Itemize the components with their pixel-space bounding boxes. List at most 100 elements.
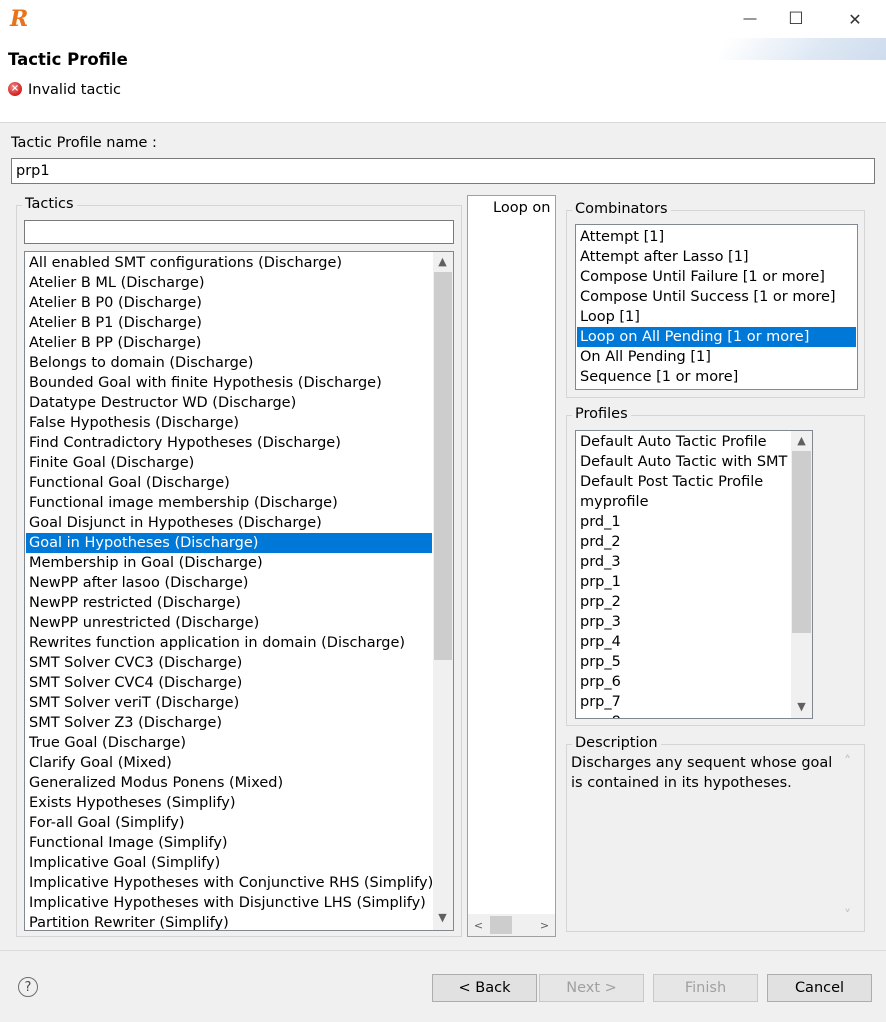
close-window-button[interactable]: ✕ [832,0,878,38]
scroll-up-icon[interactable]: ˄ [844,754,851,770]
tactic-list-item[interactable]: False Hypothesis (Discharge) [26,413,432,433]
scroll-down-icon[interactable]: ▼ [434,909,451,926]
combinators-group-title: Combinators [572,201,671,217]
tactic-list-item[interactable]: All enabled SMT configurations (Discharg… [26,253,432,273]
scroll-down-icon[interactable]: ˅ [844,908,851,924]
tactics-list[interactable]: All enabled SMT configurations (Discharg… [24,251,454,931]
tactic-list-item[interactable]: Datatype Destructor WD (Discharge) [26,393,432,413]
tactic-list-item[interactable]: Generalized Modus Ponens (Mixed) [26,773,432,793]
header-banner-graphic [716,38,886,60]
tactic-list-item[interactable]: Functional Image (Simplify) [26,833,432,853]
description-group [566,744,865,932]
tactic-list-item[interactable]: Finite Goal (Discharge) [26,453,432,473]
window-titlebar: R — ☐ ✕ [0,0,886,38]
profile-list-item[interactable]: prp_6 [577,672,791,692]
error-message: Invalid tactic [28,82,122,98]
close-icon: ✕ [848,9,862,29]
next-button[interactable]: Next > [539,974,644,1002]
profile-list-item[interactable]: prd_2 [577,532,791,552]
tactic-list-item[interactable]: NewPP restricted (Discharge) [26,593,432,613]
tactic-list-item[interactable]: SMT Solver CVC3 (Discharge) [26,653,432,673]
scroll-down-icon[interactable]: ▼ [793,698,810,715]
profile-list-item[interactable]: prp_7 [577,692,791,712]
combinator-list-item[interactable]: Attempt [1] [577,227,856,247]
description-text-line-2: is contained in its hypotheses. [571,775,792,791]
combinator-list-item[interactable]: On All Pending [1] [577,347,856,367]
tactic-list-item[interactable]: Implicative Hypotheses with Conjunctive … [26,873,433,893]
tactic-list-item[interactable]: Implicative Goal (Simplify) [26,853,432,873]
tactic-list-item[interactable]: Goal Disjunct in Hypotheses (Discharge) [26,513,432,533]
tactics-scrollbar-thumb[interactable] [434,272,452,660]
tree-hscrollbar-thumb[interactable] [490,916,512,934]
tactics-filter-input[interactable] [24,220,454,244]
tactic-list-item[interactable]: Bounded Goal with finite Hypothesis (Dis… [26,373,432,393]
combinators-list[interactable]: Attempt [1] Attempt after Lasso [1] Compos… [575,224,858,390]
tactic-list-item[interactable]: Partition Rewriter (Simplify) [26,913,432,930]
tactic-list-item[interactable]: Exists Hypotheses (Simplify) [26,793,432,813]
tactics-list-items: All enabled SMT configurations (Discharg… [26,253,433,930]
tactic-list-item[interactable]: Atelier B ML (Discharge) [26,273,432,293]
footer-separator [0,950,886,951]
tactic-list-item[interactable]: Rewrites function application in domain … [26,633,432,653]
tactic-list-item[interactable]: SMT Solver CVC4 (Discharge) [26,673,432,693]
tactic-list-item[interactable]: Clarify Goal (Mixed) [26,753,432,773]
profile-list-item[interactable]: prp_2 [577,592,791,612]
tactic-list-item[interactable]: Functional image membership (Discharge) [26,493,432,513]
tactic-list-item[interactable]: Belongs to domain (Discharge) [26,353,432,373]
tactic-list-item[interactable]: SMT Solver Z3 (Discharge) [26,713,432,733]
tactic-list-item[interactable]: Functional Goal (Discharge) [26,473,432,493]
tree-node-loop-on[interactable]: Loop on [493,200,550,216]
profiles-scrollbar-thumb[interactable] [792,451,811,633]
tactic-list-item[interactable]: NewPP after lasoo (Discharge) [26,573,432,593]
tactic-list-item[interactable]: For-all Goal (Simplify) [26,813,432,833]
tactic-list-item[interactable]: NewPP unrestricted (Discharge) [26,613,432,633]
cancel-button[interactable]: Cancel [767,974,872,1002]
description-group-title: Description [572,735,661,751]
scroll-up-icon[interactable]: ▲ [434,253,451,270]
tactic-list-item[interactable]: Find Contradictory Hypotheses (Discharge… [26,433,432,453]
profile-list-item[interactable]: prd_3 [577,552,791,572]
maximize-button[interactable]: ☐ [773,0,819,38]
profile-list-item[interactable]: myprofile [577,492,791,512]
tactic-list-item[interactable]: Implicative Hypotheses with Disjunctive … [26,893,432,913]
tactics-scrollbar[interactable]: ▲ ▼ [433,252,453,930]
scroll-left-icon[interactable]: < [470,917,487,934]
combinator-list-item[interactable]: Sequence [1 or more] [577,367,856,387]
tactic-tree-panel[interactable]: Loop on < > [467,195,556,937]
combinator-list-item[interactable]: Attempt after Lasso [1] [577,247,856,267]
profile-list-item[interactable]: prp_8 [577,712,791,718]
scroll-right-icon[interactable]: > [536,917,553,934]
page-title: Tactic Profile [8,50,128,69]
minimize-button[interactable]: — [727,0,773,38]
tactic-list-item[interactable]: Atelier B PP (Discharge) [26,333,432,353]
profile-list-item[interactable]: Default Auto Tactic with SMT [577,452,791,472]
tactic-list-item[interactable]: Atelier B P0 (Discharge) [26,293,432,313]
combinator-list-item[interactable]: Compose Until Success [1 or more] [577,287,856,307]
profile-name-label: Tactic Profile name : [11,135,157,151]
profiles-list[interactable]: Default Auto Tactic Profile Default Auto … [575,430,813,719]
profiles-scrollbar[interactable]: ▲ ▼ [791,431,812,718]
combinators-list-items: Attempt [1] Attempt after Lasso [1] Compos… [577,227,856,387]
tree-hscrollbar[interactable]: < > [468,914,555,936]
combinator-list-item[interactable]: Loop on All Pending [1 or more] [577,327,856,347]
tactic-list-item[interactable]: True Goal (Discharge) [26,733,432,753]
help-icon[interactable]: ? [18,977,38,997]
profile-list-item[interactable]: prd_1 [577,512,791,532]
profile-list-item[interactable]: prp_3 [577,612,791,632]
profile-list-item[interactable]: Default Post Tactic Profile [577,472,791,492]
tactic-list-item[interactable]: Goal in Hypotheses (Discharge) [26,533,432,553]
combinator-list-item[interactable]: Loop [1] [577,307,856,327]
finish-button[interactable]: Finish [653,974,758,1002]
tactic-list-item[interactable]: SMT Solver veriT (Discharge) [26,693,432,713]
profile-list-item[interactable]: Default Auto Tactic Profile [577,432,791,452]
profile-list-item[interactable]: prp_4 [577,632,791,652]
scroll-up-icon[interactable]: ▲ [793,432,810,449]
tactic-list-item[interactable]: Membership in Goal (Discharge) [26,553,432,573]
tactic-list-item[interactable]: Atelier B P1 (Discharge) [26,313,432,333]
combinator-list-item[interactable]: Compose Until Failure [1 or more] [577,267,856,287]
back-button[interactable]: < Back [432,974,537,1002]
profile-list-item[interactable]: prp_5 [577,652,791,672]
profile-name-input[interactable] [11,158,875,184]
profile-list-item[interactable]: prp_1 [577,572,791,592]
minimize-icon: — [742,11,758,27]
